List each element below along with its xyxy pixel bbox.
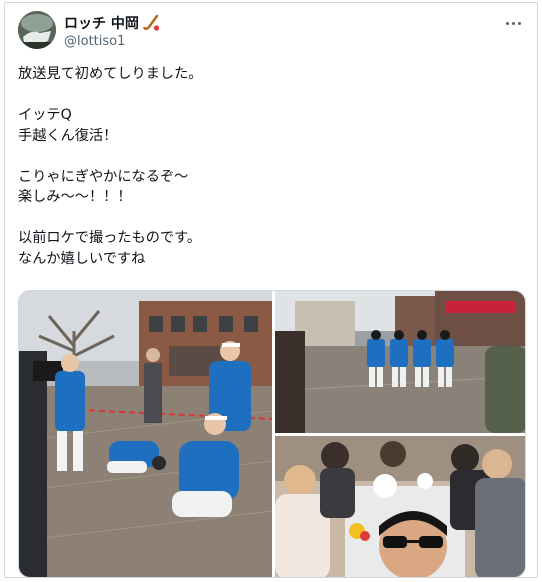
- tweet-text: 放送見て初めてしりました。 イッテQ 手越くん復活！ こりゃにぎやかになるぞ〜 …: [18, 66, 203, 267]
- name-row: ロッチ 中岡: [64, 13, 161, 33]
- media-grid: [18, 290, 526, 578]
- photo-street-performers-kneeling[interactable]: [19, 291, 272, 577]
- avatar[interactable]: [18, 11, 56, 49]
- hockey-stick-icon: [143, 14, 161, 32]
- display-name[interactable]: ロッチ 中岡: [64, 13, 139, 33]
- more-options-icon[interactable]: [503, 13, 523, 33]
- user-handle[interactable]: @lottiso1: [64, 34, 125, 49]
- photo-marching-group[interactable]: [275, 291, 525, 433]
- tweet-card: ロッチ 中岡 @lottiso1 放送見て初めてしりました。 イッテQ 手越くん…: [4, 2, 538, 578]
- photo-group-selfie[interactable]: [275, 436, 525, 577]
